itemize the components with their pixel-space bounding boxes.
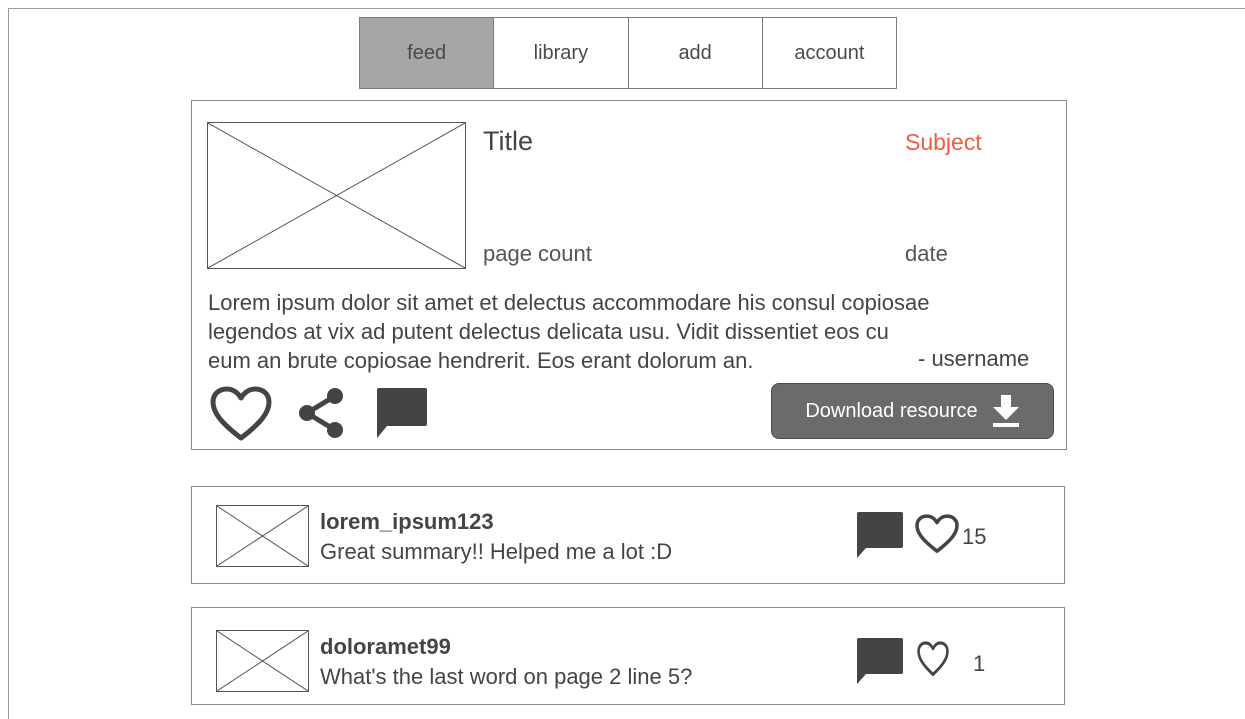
tab-feed[interactable]: feed — [360, 18, 495, 88]
resource-thumbnail[interactable] — [207, 122, 466, 269]
comment-heart-icon[interactable] — [914, 514, 960, 559]
download-icon — [992, 395, 1019, 427]
resource-page-count: page count — [483, 241, 592, 266]
download-button-label: Download resource — [805, 399, 978, 422]
comment-like-count: 1 — [973, 651, 986, 676]
comment-username[interactable]: lorem_ipsum123 — [320, 509, 494, 535]
resource-subject[interactable]: Subject — [905, 129, 982, 156]
comment-avatar[interactable] — [216, 630, 309, 692]
comment-item: doloramet99 What's the last word on page… — [191, 607, 1065, 705]
comment-reply-icon[interactable] — [855, 637, 905, 690]
comment-item: lorem_ipsum123 Great summary!! Helped me… — [191, 486, 1065, 584]
description-line: eum an brute copiosae hendrerit. Eos era… — [208, 348, 754, 373]
frame-left-border — [8, 8, 9, 719]
comment-heart-icon[interactable] — [917, 641, 949, 682]
comment-avatar[interactable] — [216, 505, 309, 567]
resource-title[interactable]: Title — [483, 126, 533, 157]
nav-tabs: feed library add account — [359, 17, 897, 89]
download-resource-button[interactable]: Download resource — [771, 383, 1054, 439]
frame-top-border — [8, 8, 1245, 9]
description-line: legendos at vix ad putent delectus delic… — [208, 319, 889, 344]
resource-date: date — [905, 241, 948, 266]
tab-account[interactable]: account — [763, 18, 896, 88]
share-icon[interactable] — [295, 386, 347, 445]
comment-reply-icon[interactable] — [855, 511, 905, 564]
comment-username[interactable]: doloramet99 — [320, 634, 451, 660]
comment-icon[interactable] — [375, 386, 429, 445]
resource-card: Title Subject page count date Lorem ipsu… — [191, 100, 1067, 450]
comment-text: What's the last word on page 2 line 5? — [320, 664, 693, 689]
heart-icon[interactable] — [210, 386, 272, 447]
tab-add[interactable]: add — [629, 18, 763, 88]
comment-like-count: 15 — [962, 524, 987, 549]
comment-text: Great summary!! Helped me a lot :D — [320, 539, 673, 564]
description-line: Lorem ipsum dolor sit amet et delectus a… — [208, 290, 930, 315]
resource-username[interactable]: - username — [918, 346, 1029, 372]
tab-library[interactable]: library — [494, 18, 629, 88]
